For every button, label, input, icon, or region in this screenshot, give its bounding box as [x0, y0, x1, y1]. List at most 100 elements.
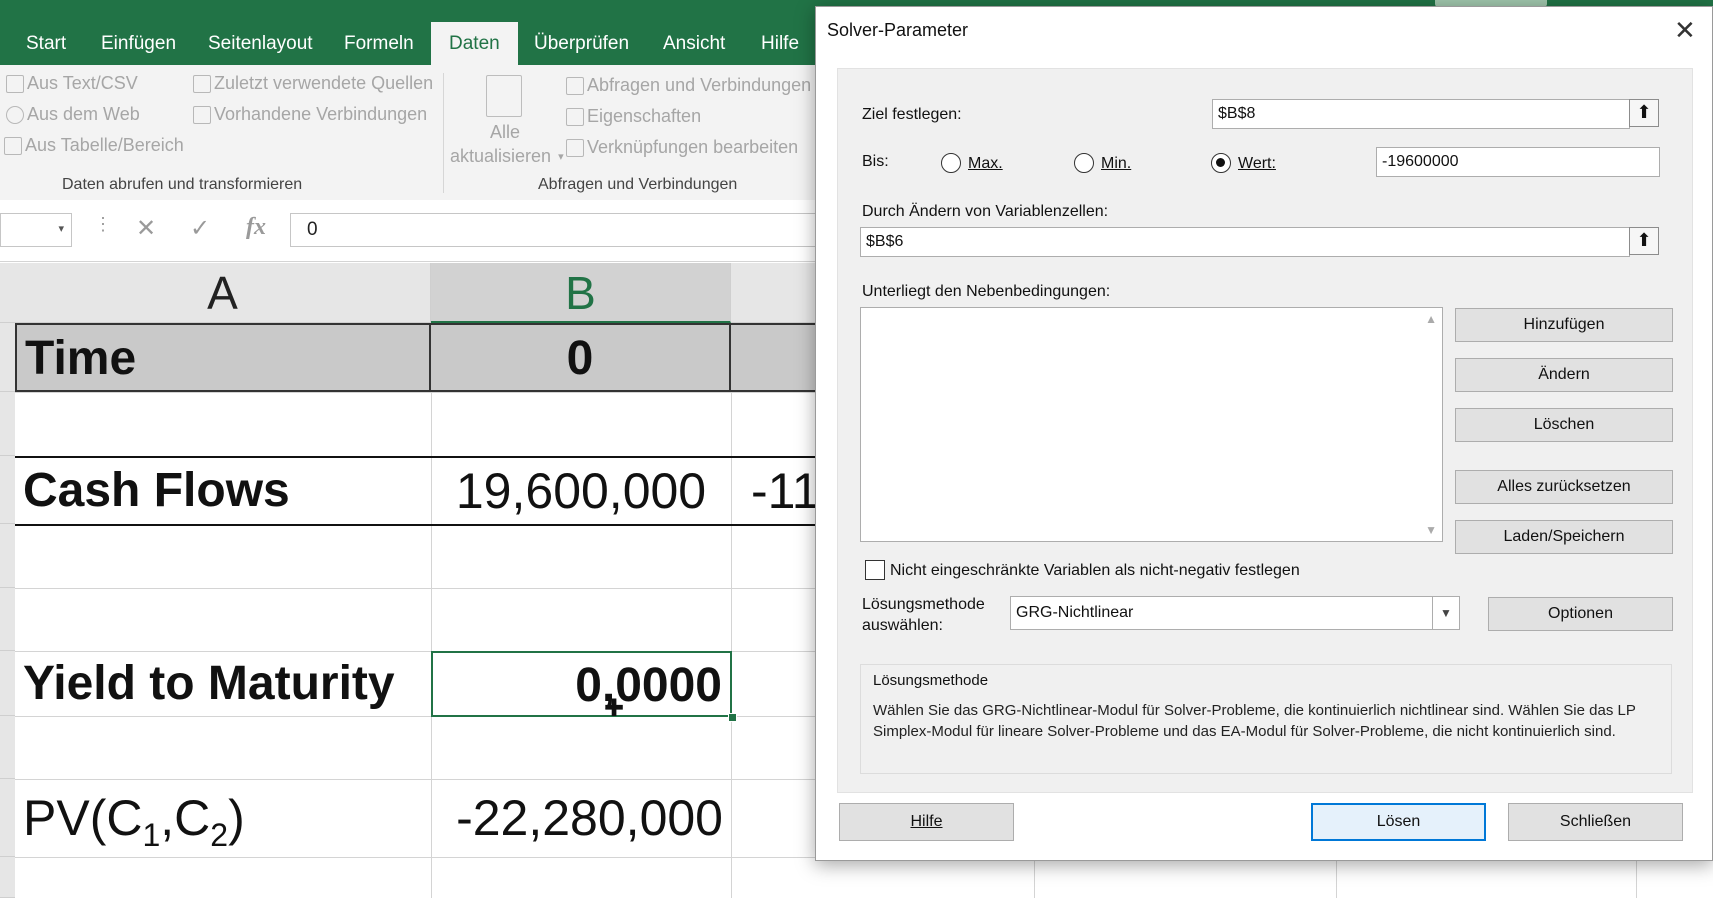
- ribbon-item-web[interactable]: Aus dem Web: [6, 104, 140, 125]
- column-header-b[interactable]: B: [431, 263, 731, 323]
- objective-label: Ziel festlegen:: [862, 106, 962, 123]
- ribbon-item-text-csv[interactable]: Aus Text/CSV: [6, 73, 138, 94]
- refresh-all-button-line1[interactable]: Alle: [490, 122, 520, 143]
- cell-b-pv[interactable]: -22,280,000: [431, 779, 731, 857]
- close-icon[interactable]: ✕: [1674, 15, 1696, 45]
- tab-hilfe[interactable]: Hilfe: [761, 22, 799, 65]
- select-all-corner[interactable]: [0, 263, 15, 323]
- reset-all-button[interactable]: Alles zurücksetzen: [1455, 470, 1673, 504]
- row-header[interactable]: [0, 651, 15, 716]
- constraints-list[interactable]: ▲ ▼: [860, 307, 1443, 542]
- cancel-icon[interactable]: ✕: [136, 214, 156, 243]
- table-icon: [4, 136, 22, 155]
- radio-selected-dot: [1216, 158, 1225, 167]
- ribbon-separator: [443, 73, 444, 193]
- drag-handle-icon[interactable]: ⋮: [94, 214, 112, 235]
- ribbon-item-recent-sources[interactable]: Zuletzt verwendete Quellen: [193, 73, 433, 94]
- cell-a-ytm[interactable]: Yield to Maturity: [15, 651, 431, 716]
- ribbon-item-queries-connections[interactable]: Abfragen und Verbindungen: [566, 75, 811, 96]
- cell-b-cash-flows[interactable]: 19,600,000: [431, 458, 731, 524]
- variables-label: Durch Ändern von Variablenzellen:: [862, 203, 1109, 220]
- dialog-content: Ziel festlegen: $B$8 ⬆ Bis: Max. Min. We…: [837, 68, 1693, 793]
- solver-dialog: Solver-Parameter ✕ Ziel festlegen: $B$8 …: [815, 6, 1713, 861]
- ribbon-item-table-range[interactable]: Aus Tabelle/Bereich: [4, 135, 184, 156]
- column-header-a[interactable]: A: [15, 263, 431, 323]
- enter-icon[interactable]: ✓: [190, 214, 210, 243]
- row-header[interactable]: [0, 716, 15, 779]
- nonnegative-label[interactable]: Nicht eingeschränkte Variablen als nicht…: [890, 562, 1300, 580]
- load-save-button[interactable]: Laden/Speichern: [1455, 520, 1673, 554]
- solve-button[interactable]: Lösen: [1311, 803, 1486, 841]
- tab-formeln[interactable]: Formeln: [344, 22, 414, 65]
- cell-b-ytm-selected[interactable]: 0,0000: [431, 651, 732, 717]
- cell-a-time[interactable]: Time: [15, 323, 431, 392]
- cell-b-time[interactable]: 0: [431, 323, 731, 392]
- grid-line: [731, 323, 732, 898]
- chevron-down-icon: ▾: [58, 223, 64, 235]
- help-button[interactable]: Hilfe: [839, 803, 1014, 841]
- close-button[interactable]: Schließen: [1508, 803, 1683, 841]
- chevron-down-icon: ▾: [558, 151, 564, 163]
- method-label-line1: Lösungsmethode: [862, 596, 985, 613]
- tab-seitenlayout[interactable]: Seitenlayout: [208, 22, 313, 65]
- scroll-up-icon[interactable]: ▲: [1425, 312, 1437, 326]
- ribbon-group-label-get-transform: Daten abrufen und transformieren: [62, 176, 303, 193]
- clock-file-icon: [193, 74, 211, 93]
- edit-links-icon: [566, 138, 584, 157]
- method-label-line2: auswählen:: [862, 617, 943, 634]
- row-header[interactable]: [0, 524, 15, 588]
- ribbon-item-edit-links[interactable]: Verknüpfungen bearbeiten: [566, 137, 798, 158]
- row-header[interactable]: [0, 779, 15, 857]
- row-header[interactable]: [0, 323, 15, 392]
- fill-handle[interactable]: [728, 713, 737, 722]
- ribbon-item-existing-connections[interactable]: Vorhandene Verbindungen: [193, 104, 427, 125]
- radio-max-label[interactable]: Max.: [968, 155, 1003, 173]
- collapse-dialog-icon[interactable]: ⬆: [1629, 227, 1659, 255]
- tab-einfuegen[interactable]: Einfügen: [101, 22, 176, 65]
- tab-ansicht[interactable]: Ansicht: [663, 22, 725, 65]
- radio-min-label[interactable]: Min.: [1101, 155, 1131, 173]
- dialog-title: Solver-Parameter: [827, 20, 969, 40]
- function-icon[interactable]: fx: [246, 214, 266, 241]
- options-button[interactable]: Optionen: [1488, 597, 1673, 631]
- method-description-title: Lösungsmethode: [873, 672, 989, 689]
- nonnegative-checkbox[interactable]: [865, 560, 885, 580]
- name-box[interactable]: ▾: [0, 213, 72, 247]
- connections-file-icon: [193, 105, 211, 124]
- objective-input[interactable]: $B$8: [1212, 99, 1630, 129]
- tab-ueberpruefen[interactable]: Überprüfen: [534, 22, 629, 65]
- refresh-all-button-line2[interactable]: aktualisieren ▾: [450, 146, 564, 167]
- row-header[interactable]: [0, 857, 15, 898]
- globe-icon: [6, 105, 24, 124]
- ribbon-group-label-queries: Abfragen und Verbindungen: [538, 176, 738, 193]
- change-button[interactable]: Ändern: [1455, 358, 1673, 392]
- method-description-box: Lösungsmethode Wählen Sie das GRG-Nichtl…: [860, 664, 1672, 774]
- method-select[interactable]: GRG-Nichtlinear ▼: [1010, 596, 1460, 630]
- cell-a-cash-flows[interactable]: Cash Flows: [15, 458, 431, 524]
- cell-a-pv[interactable]: PV(C1,C2): [15, 779, 431, 857]
- tab-start[interactable]: Start: [26, 22, 66, 65]
- cursor-plus-icon: ✚: [604, 695, 625, 722]
- constraints-label: Unterliegt den Nebenbedingungen:: [862, 283, 1111, 300]
- delete-button[interactable]: Löschen: [1455, 408, 1673, 442]
- properties-icon: [566, 107, 584, 126]
- add-button[interactable]: Hinzufügen: [1455, 308, 1673, 342]
- row-header[interactable]: [0, 392, 15, 456]
- target-value-input[interactable]: -19600000: [1376, 147, 1660, 177]
- file-text-icon: [6, 74, 24, 93]
- row-header[interactable]: [0, 456, 15, 524]
- queries-icon: [566, 76, 584, 95]
- row-header[interactable]: [0, 588, 15, 651]
- radio-max[interactable]: [941, 153, 961, 173]
- scroll-down-icon[interactable]: ▼: [1425, 523, 1437, 537]
- tab-daten[interactable]: Daten: [431, 22, 518, 65]
- method-description-text: Wählen Sie das GRG-Nichtlinear-Modul für…: [873, 702, 1636, 740]
- radio-value-label[interactable]: Wert:: [1238, 155, 1276, 173]
- ribbon-item-properties[interactable]: Eigenschaften: [566, 106, 701, 127]
- variables-input[interactable]: $B$6: [860, 227, 1630, 257]
- radio-value[interactable]: [1211, 153, 1231, 173]
- to-label: Bis:: [862, 153, 889, 170]
- radio-min[interactable]: [1074, 153, 1094, 173]
- refresh-all-icon: [486, 75, 522, 117]
- collapse-dialog-icon[interactable]: ⬆: [1629, 99, 1659, 127]
